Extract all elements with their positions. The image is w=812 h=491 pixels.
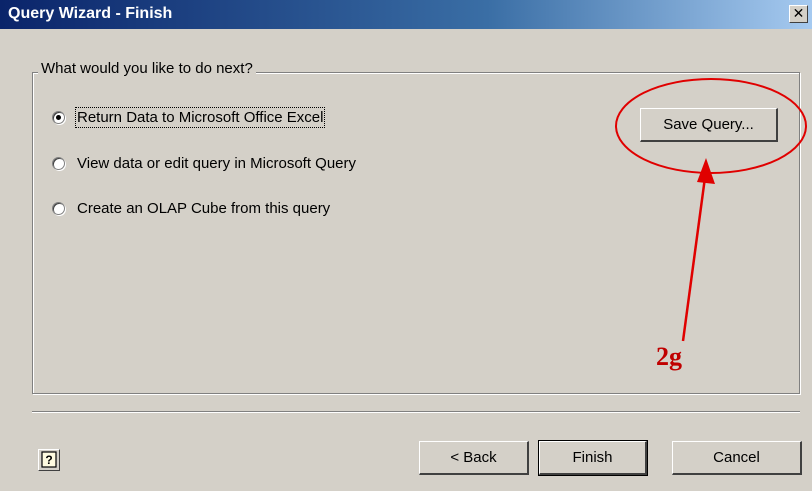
radio-button[interactable]: [52, 202, 65, 215]
option-return-data[interactable]: Return Data to Microsoft Office Excel: [52, 107, 326, 128]
option-label: Create an OLAP Cube from this query: [77, 200, 331, 217]
help-icon: ?: [41, 451, 57, 468]
separator: [32, 411, 800, 413]
window-title: Query Wizard - Finish: [8, 5, 173, 22]
title-bar: Query Wizard - Finish ✕: [0, 0, 812, 29]
radio-button[interactable]: [52, 111, 65, 124]
back-label: < Back: [450, 449, 497, 466]
save-query-label: Save Query...: [663, 116, 754, 133]
cancel-label: Cancel: [713, 449, 760, 466]
save-query-button[interactable]: Save Query...: [640, 108, 778, 142]
close-icon: ✕: [792, 5, 805, 21]
back-button[interactable]: < Back: [419, 441, 529, 475]
radio-button[interactable]: [52, 157, 65, 170]
option-view-edit-query[interactable]: View data or edit query in Microsoft Que…: [52, 155, 356, 172]
cancel-button[interactable]: Cancel: [672, 441, 802, 475]
close-button[interactable]: ✕: [789, 5, 808, 23]
help-button[interactable]: ?: [38, 449, 60, 471]
option-label: View data or edit query in Microsoft Que…: [77, 155, 357, 172]
finish-label: Finish: [572, 449, 613, 466]
option-create-olap-cube[interactable]: Create an OLAP Cube from this query: [52, 200, 330, 217]
annotation-label: 2g: [656, 342, 682, 371]
option-label: Return Data to Microsoft Office Excel: [74, 107, 326, 128]
finish-button[interactable]: Finish: [538, 440, 648, 476]
group-legend: What would you like to do next?: [38, 60, 256, 77]
svg-text:?: ?: [45, 453, 52, 467]
